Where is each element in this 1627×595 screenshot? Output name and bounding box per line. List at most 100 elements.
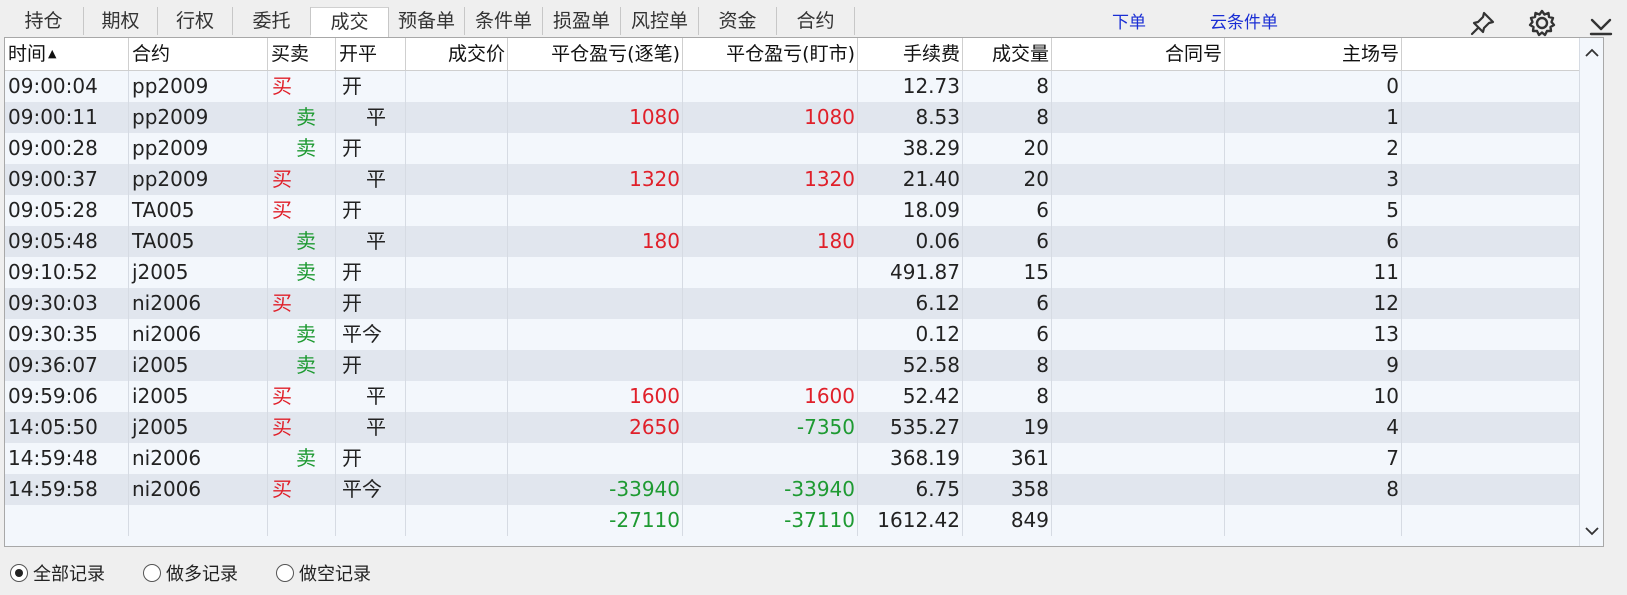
cell-fee: 368.19: [858, 443, 963, 474]
column-header-market-no[interactable]: 主场号: [1225, 38, 1402, 70]
column-header-pl-mark[interactable]: 平仓盈亏(盯市): [683, 38, 858, 70]
column-header-fee[interactable]: 手续费: [858, 38, 963, 70]
cell-empty: [129, 505, 268, 536]
tab-6[interactable]: 条件单: [465, 7, 543, 35]
cell-pl-trade: [508, 350, 683, 381]
cell-price: [406, 133, 508, 164]
cell-price: [406, 71, 508, 102]
cell-pl-trade: [508, 71, 683, 102]
cell-open-close: 平: [336, 102, 406, 133]
gear-icon[interactable]: [1527, 8, 1557, 38]
column-header-volume[interactable]: 成交量: [963, 38, 1052, 70]
cell-volume: 358: [963, 474, 1052, 505]
cell-pl-trade: -33940: [508, 474, 683, 505]
column-header-instrument[interactable]: 合约: [129, 38, 268, 70]
cell-volume: 6: [963, 226, 1052, 257]
cell-time: 09:30:35: [5, 319, 129, 350]
vertical-scrollbar[interactable]: [1579, 38, 1603, 546]
cell-contract-no: [1052, 381, 1225, 412]
table-row[interactable]: 14:59:48 ni2006 卖开 368.19 361 7: [5, 443, 1582, 474]
tab-8[interactable]: 风控单: [621, 7, 699, 35]
tab-3[interactable]: 委托: [233, 7, 311, 35]
table-row[interactable]: 09:30:03 ni2006 买开 6.12 6 12: [5, 288, 1582, 319]
radio-button[interactable]: [143, 564, 161, 582]
table-row[interactable]: 09:05:28 TA005 买开 18.09 6 5: [5, 195, 1582, 226]
cell-price: [406, 381, 508, 412]
cell-fee: 8.53: [858, 102, 963, 133]
cell-pl-trade: 1600: [508, 381, 683, 412]
cell-side: 买: [268, 195, 336, 226]
cell-pl-mark: 1600: [683, 381, 858, 412]
cell-side: 买: [268, 288, 336, 319]
table-row[interactable]: 14:05:50 j2005 买平 2650 -7350 535.27 19 4: [5, 412, 1582, 443]
tab-2[interactable]: 行权: [158, 7, 233, 35]
tab-9[interactable]: 资金: [699, 7, 777, 35]
filter-option-1[interactable]: 做多记录: [143, 559, 238, 587]
cell-pl-mark: -7350: [683, 412, 858, 443]
column-header-contract-no[interactable]: 合同号: [1052, 38, 1225, 70]
table-row[interactable]: 09:00:11 pp2009 卖平 1080 1080 8.53 8 1: [5, 102, 1582, 133]
filter-option-0[interactable]: 全部记录: [10, 559, 105, 587]
cell-contract-no: [1052, 71, 1225, 102]
cell-pl-mark: [683, 257, 858, 288]
tab-1[interactable]: 期权: [84, 7, 158, 35]
table-row[interactable]: 09:10:52 j2005 卖开 491.87 15 11: [5, 257, 1582, 288]
cell-open-close: 开: [336, 257, 406, 288]
cloud-condition-order-link[interactable]: 云条件单: [1210, 8, 1278, 33]
tab-0[interactable]: 持仓: [4, 7, 84, 35]
column-header-time[interactable]: 时间 ▲: [5, 38, 129, 70]
tab-7[interactable]: 损盈单: [543, 7, 621, 35]
tab-4[interactable]: 成交: [311, 7, 389, 37]
radio-button[interactable]: [10, 564, 28, 582]
table-row[interactable]: 09:00:37 pp2009 买平 1320 1320 21.40 20 3: [5, 164, 1582, 195]
radio-button[interactable]: [276, 564, 294, 582]
cell-pl-mark: [683, 133, 858, 164]
cell-contract-no: [1052, 288, 1225, 319]
table-row[interactable]: 09:00:28 pp2009 卖开 38.29 20 2: [5, 133, 1582, 164]
table-row[interactable]: 09:36:07 i2005 卖开 52.58 8 9: [5, 350, 1582, 381]
cell-filler: [1402, 71, 1582, 102]
tab-5[interactable]: 预备单: [389, 7, 465, 35]
cell-volume: 20: [963, 164, 1052, 195]
cell-instrument: ni2006: [129, 443, 268, 474]
cell-price: [406, 443, 508, 474]
cell-volume: 8: [963, 102, 1052, 133]
cell-fee: 18.09: [858, 195, 963, 226]
cell-pl-mark: 1080: [683, 102, 858, 133]
cell-pl-mark: [683, 195, 858, 226]
filter-option-2[interactable]: 做空记录: [276, 559, 371, 587]
cell-side: 买: [268, 71, 336, 102]
table-row[interactable]: 09:05:48 TA005 卖平 180 180 0.06 6 6: [5, 226, 1582, 257]
cell-contract-no: [1052, 133, 1225, 164]
table-row[interactable]: 09:30:35 ni2006 卖平今 0.12 6 13: [5, 319, 1582, 350]
cell-fee: 491.87: [858, 257, 963, 288]
cell-instrument: ni2006: [129, 319, 268, 350]
cell-time: 14:59:58: [5, 474, 129, 505]
table-row[interactable]: 14:59:58 ni2006 买平今 -33940 -33940 6.75 358 8: [5, 474, 1582, 505]
chevron-down-icon[interactable]: [1586, 8, 1616, 38]
cell-pl-mark: -33940: [683, 474, 858, 505]
cell-market-no: 10: [1225, 381, 1402, 412]
column-header-pl-trade[interactable]: 平仓盈亏(逐笔): [508, 38, 683, 70]
scroll-up-icon[interactable]: [1580, 42, 1603, 66]
scroll-down-icon[interactable]: [1580, 520, 1603, 544]
cell-open-close: 平: [336, 381, 406, 412]
tab-10[interactable]: 合约: [777, 7, 855, 35]
column-header-side[interactable]: 买卖: [268, 38, 336, 70]
cell-filler: [1402, 257, 1582, 288]
pin-icon[interactable]: [1468, 8, 1498, 38]
place-order-link[interactable]: 下单: [1112, 8, 1146, 33]
cell-instrument: pp2009: [129, 71, 268, 102]
cell-market-no: 12: [1225, 288, 1402, 319]
table-row[interactable]: 09:59:06 i2005 买平 1600 1600 52.42 8 10: [5, 381, 1582, 412]
column-header-price[interactable]: 成交价: [406, 38, 508, 70]
cell-price: [406, 195, 508, 226]
cell-open-close: 开: [336, 350, 406, 381]
table-row[interactable]: 09:00:04 pp2009 买开 12.73 8 0: [5, 71, 1582, 102]
cell-time: 09:10:52: [5, 257, 129, 288]
column-header-open-close[interactable]: 开平: [336, 38, 406, 70]
cell-price: [406, 288, 508, 319]
cell-filler: [1402, 195, 1582, 226]
cell-price: [406, 319, 508, 350]
cell-pl-trade: 180: [508, 226, 683, 257]
